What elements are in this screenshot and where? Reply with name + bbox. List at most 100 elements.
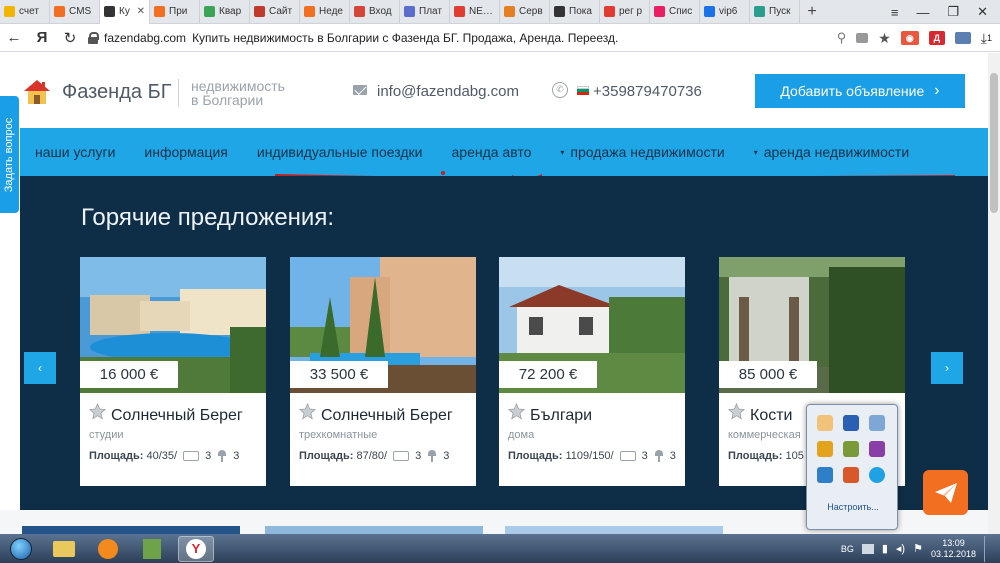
translate-icon[interactable]: ⚲ xyxy=(837,30,847,46)
tab-title: CMS xyxy=(69,6,92,17)
favorite-star-icon[interactable] xyxy=(728,403,745,420)
extension-icon[interactable]: ◉ xyxy=(900,31,919,45)
logo-name[interactable]: Фазенда БГ xyxy=(62,81,172,104)
tab-close-icon[interactable]: ✕ xyxy=(137,6,145,17)
new-tab-button[interactable]: + xyxy=(800,3,824,21)
tray-customize-link[interactable]: Настроить... xyxy=(807,502,899,512)
area-value: 87/80/ xyxy=(356,450,388,462)
page-scrollbar[interactable] xyxy=(988,53,1000,534)
nav-item[interactable]: наши услуги xyxy=(35,144,115,160)
browser-tab[interactable]: При xyxy=(150,0,200,24)
logo-tagline: недвижимость в Болгарии xyxy=(191,79,285,107)
tray-app-icon[interactable] xyxy=(869,415,885,431)
property-card[interactable]: 33 500 € Солнечный Берег трехкомнатные П… xyxy=(290,257,476,486)
browser-tab[interactable]: Спис xyxy=(650,0,700,24)
nav-item[interactable]: информация xyxy=(144,144,227,160)
yandex-icon[interactable]: Я xyxy=(28,29,56,46)
explorer-taskbar-button[interactable] xyxy=(46,536,82,562)
browser-tab[interactable]: Плат xyxy=(400,0,450,24)
bed-icon xyxy=(183,451,200,461)
area-label: Площадь: xyxy=(89,450,144,462)
tray-app-icon[interactable] xyxy=(843,467,859,483)
tab-favicon xyxy=(754,6,765,17)
favorite-star-icon[interactable] xyxy=(508,403,525,420)
browser-tab[interactable]: vip6 xyxy=(700,0,750,24)
nav-item-label: наши услуги xyxy=(35,144,116,160)
show-hidden-icons-button[interactable] xyxy=(861,543,874,554)
flag-icon[interactable]: ⚑ xyxy=(913,542,923,555)
beds-value: 3 xyxy=(641,450,648,462)
tray-app-icon[interactable] xyxy=(843,441,859,457)
language-indicator[interactable]: BG xyxy=(841,544,854,554)
browser-tab[interactable]: CMS xyxy=(50,0,100,24)
show-desktop-button[interactable] xyxy=(984,535,992,562)
add-listing-button[interactable]: Добавить объявление › xyxy=(755,74,965,108)
tab-title: Спис xyxy=(669,6,693,17)
favorite-star-icon[interactable] xyxy=(299,403,316,420)
browser-tab[interactable]: Квар xyxy=(200,0,250,24)
add-listing-label: Добавить объявление xyxy=(780,83,925,99)
reload-button[interactable]: ↻ xyxy=(56,29,84,47)
property-price: 72 200 € xyxy=(499,361,597,388)
media-player-taskbar-button[interactable] xyxy=(90,536,126,562)
scrollbar-thumb[interactable] xyxy=(990,73,998,213)
browser-tab[interactable]: Серв xyxy=(500,0,550,24)
clock-time: 13:09 xyxy=(942,537,965,548)
ask-question-tab[interactable]: Задать вопрос xyxy=(0,96,19,213)
sync-icon[interactable] xyxy=(954,32,971,44)
area-label: Площадь: xyxy=(508,450,563,462)
nav-item[interactable]: индивидуальные поездки xyxy=(257,144,423,160)
property-location[interactable]: Кости xyxy=(750,407,792,425)
close-icon[interactable]: ✕ xyxy=(977,4,988,20)
nav-item[interactable]: ▾ продажа недвижимости xyxy=(560,144,724,160)
browser-menu-icon[interactable]: ≡ xyxy=(891,5,899,20)
browser-tab[interactable]: Сайт xyxy=(250,0,300,24)
start-button[interactable] xyxy=(4,536,38,562)
property-location[interactable]: Солнечный Берег xyxy=(321,407,453,425)
carousel-prev-button[interactable]: ‹ xyxy=(24,352,56,384)
browser-tab[interactable]: Пока xyxy=(550,0,600,24)
editor-taskbar-button[interactable] xyxy=(134,536,170,562)
browser-tab[interactable]: Пуск xyxy=(750,0,800,24)
property-card[interactable]: 72 200 € Българи дома Площадь: 1109/150/… xyxy=(499,257,685,486)
browser-tab[interactable]: рег р xyxy=(600,0,650,24)
tray-app-icon[interactable] xyxy=(817,441,833,457)
volume-icon[interactable]: ◂) xyxy=(896,542,905,555)
contact-email[interactable]: info@fazendabg.com xyxy=(377,83,519,100)
restore-icon[interactable]: ❐ xyxy=(947,4,959,20)
contact-phone[interactable]: +359879470736 xyxy=(593,83,702,100)
carousel-next-button[interactable]: › xyxy=(931,352,963,384)
yandex-browser-taskbar-button[interactable]: Y xyxy=(178,535,214,562)
nav-item[interactable]: аренда авто xyxy=(452,144,532,160)
reader-icon[interactable] xyxy=(856,33,869,43)
tab-favicon xyxy=(504,6,515,17)
tab-title: Пока xyxy=(569,6,592,17)
logo-divider xyxy=(178,79,179,107)
tray-app-icon[interactable] xyxy=(817,467,833,483)
onenote-icon[interactable] xyxy=(869,441,885,457)
skype-icon[interactable] xyxy=(869,467,885,483)
minimize-icon[interactable]: — xyxy=(916,5,929,20)
telegram-send-button[interactable] xyxy=(923,470,968,515)
shower-icon xyxy=(654,450,664,462)
browser-tab[interactable]: Ку ✕ xyxy=(100,0,150,24)
property-location[interactable]: Солнечный Берег xyxy=(111,407,243,425)
phone-icon: ✆ xyxy=(552,82,568,98)
network-icon[interactable]: ▮ xyxy=(882,542,888,555)
bookmark-star-icon[interactable]: ★ xyxy=(878,30,891,47)
logo-house-icon[interactable] xyxy=(22,78,52,106)
favorite-star-icon[interactable] xyxy=(89,403,106,420)
back-button[interactable]: ← xyxy=(0,29,28,46)
nav-item[interactable]: ▾ аренда недвижимости xyxy=(754,144,909,160)
browser-tab[interactable]: Неде xyxy=(300,0,350,24)
property-card[interactable]: 16 000 € Солнечный Берег студии Площадь:… xyxy=(80,257,266,486)
property-location[interactable]: Българи xyxy=(530,407,592,425)
clock[interactable]: 13:09 03.12.2018 xyxy=(931,538,976,560)
url-field[interactable]: fazendabg.com xyxy=(104,31,186,45)
browser-tab[interactable]: NETF xyxy=(450,0,500,24)
bluetooth-icon[interactable] xyxy=(843,415,859,431)
tray-app-icon[interactable] xyxy=(817,415,833,431)
browser-tab[interactable]: Вход xyxy=(350,0,400,24)
browser-tab[interactable]: счет xyxy=(0,0,50,24)
extension-badge[interactable]: Д xyxy=(928,31,945,45)
